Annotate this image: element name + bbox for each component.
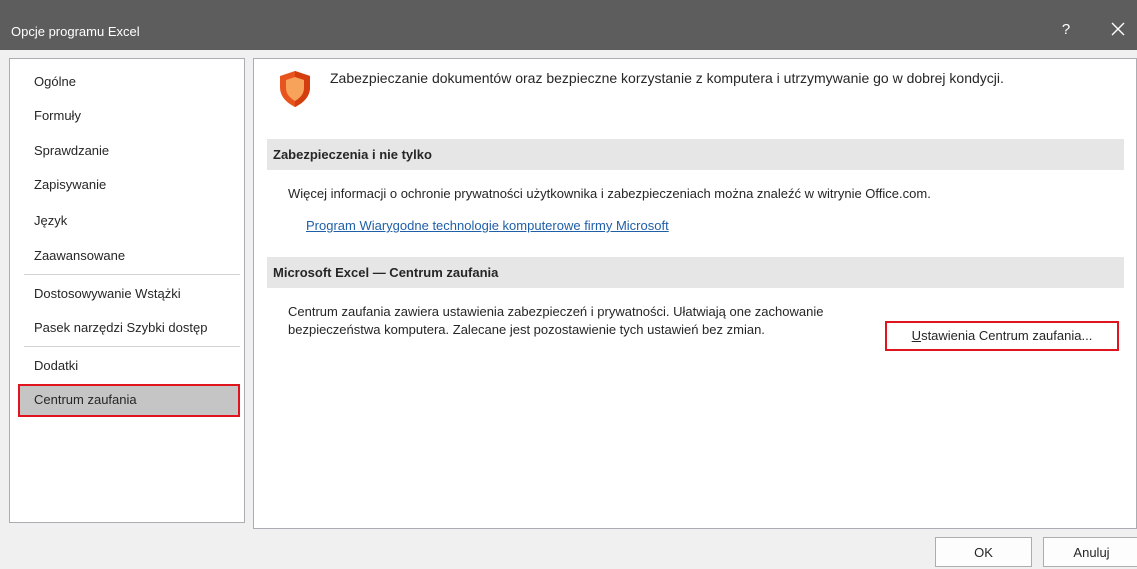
button-accelerator: U (911, 328, 922, 343)
sidebar-item-add-ins[interactable]: Dodatki (18, 350, 240, 382)
sidebar-item-quick-access-toolbar[interactable]: Pasek narzędzi Szybki dostęp (18, 312, 240, 344)
sidebar-item-proofing[interactable]: Sprawdzanie (18, 135, 240, 167)
window-title: Opcje programu Excel (11, 24, 140, 39)
sidebar-item-customize-ribbon[interactable]: Dostosowywanie Wstążki (18, 278, 240, 310)
sidebar-item-formulas[interactable]: Formuły (18, 100, 240, 132)
trust-center-settings-button[interactable]: Ustawienia Centrum zaufania... (885, 321, 1119, 351)
sidebar-item-language[interactable]: Język (18, 205, 240, 237)
sidebar-item-general[interactable]: Ogólne (18, 66, 240, 98)
trustworthy-computing-link[interactable]: Program Wiarygodne technologie komputero… (306, 218, 669, 233)
ok-button[interactable]: OK (935, 537, 1032, 567)
category-sidebar: Ogólne Formuły Sprawdzanie Zapisywanie J… (9, 58, 245, 523)
close-icon (1111, 22, 1125, 36)
trust-center-description: Centrum zaufania zawiera ustawienia zabe… (288, 304, 824, 337)
close-button[interactable] (1101, 13, 1135, 47)
page-description: Zabezpieczanie dokumentów oraz bezpieczn… (330, 70, 1004, 86)
sidebar-separator (24, 346, 240, 347)
sidebar-item-advanced[interactable]: Zaawansowane (18, 240, 240, 272)
button-label: stawienia Centrum zaufania... (921, 328, 1093, 343)
title-bar: Opcje programu Excel ? (0, 0, 1137, 50)
security-info-text: Więcej informacji o ochronie prywatności… (288, 186, 931, 201)
section-header-trust-center: Microsoft Excel — Centrum zaufania (267, 257, 1124, 288)
shield-icon (280, 71, 310, 107)
help-button[interactable]: ? (1049, 13, 1083, 47)
sidebar-separator (24, 274, 240, 275)
sidebar-item-save[interactable]: Zapisywanie (18, 169, 240, 201)
sidebar-item-trust-center[interactable]: Centrum zaufania (18, 384, 240, 417)
section-header-security: Zabezpieczenia i nie tylko (267, 139, 1124, 170)
cancel-button[interactable]: Anuluj (1043, 537, 1137, 567)
trust-center-panel: Zabezpieczanie dokumentów oraz bezpieczn… (253, 58, 1137, 529)
